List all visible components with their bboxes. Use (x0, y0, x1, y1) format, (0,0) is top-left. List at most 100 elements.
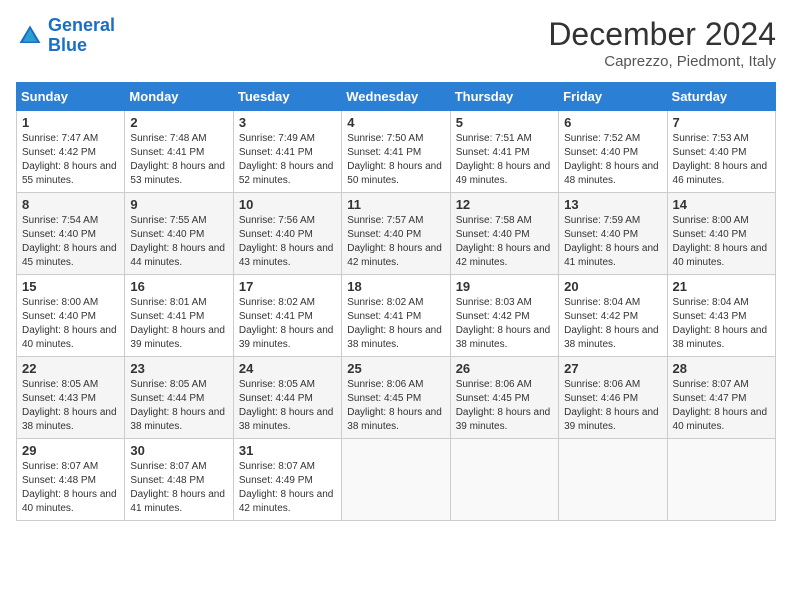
cell-info: Sunrise: 8:05 AMSunset: 4:44 PMDaylight:… (130, 379, 225, 432)
day-number: 19 (456, 279, 553, 294)
calendar-header-row: SundayMondayTuesdayWednesdayThursdayFrid… (17, 83, 776, 111)
calendar-cell: 23 Sunrise: 8:05 AMSunset: 4:44 PMDayligh… (125, 357, 233, 439)
title-block: December 2024 Caprezzo, Piedmont, Italy (548, 16, 776, 70)
logo: General Blue (16, 16, 115, 56)
day-number: 12 (456, 197, 553, 212)
day-number: 10 (239, 197, 336, 212)
week-row-5: 29 Sunrise: 8:07 AMSunset: 4:48 PMDayligh… (17, 439, 776, 521)
cell-info: Sunrise: 8:07 AMSunset: 4:48 PMDaylight:… (130, 461, 225, 514)
day-number: 17 (239, 279, 336, 294)
col-header-thursday: Thursday (450, 83, 558, 111)
col-header-sunday: Sunday (17, 83, 125, 111)
calendar-cell: 24 Sunrise: 8:05 AMSunset: 4:44 PMDayligh… (233, 357, 341, 439)
day-number: 6 (564, 115, 661, 130)
calendar-cell: 15Sunrise: 8:00 AMSunset: 4:40 PMDayligh… (17, 275, 125, 357)
cell-info: Sunrise: 7:51 AMSunset: 4:41 PMDaylight:… (456, 133, 551, 186)
calendar-table: SundayMondayTuesdayWednesdayThursdayFrid… (16, 82, 776, 521)
week-row-1: 1 Sunrise: 7:47 AMSunset: 4:42 PMDaylight… (17, 111, 776, 193)
day-number: 22 (22, 361, 119, 376)
page-header: General Blue December 2024 Caprezzo, Pie… (16, 16, 776, 70)
calendar-cell: 21 Sunrise: 8:04 AMSunset: 4:43 PMDayligh… (667, 275, 775, 357)
calendar-cell: 2Sunrise: 7:48 AMSunset: 4:41 PMDaylight… (125, 111, 233, 193)
cell-info: Sunrise: 8:07 AMSunset: 4:48 PMDaylight:… (22, 461, 117, 514)
calendar-cell: 27 Sunrise: 8:06 AMSunset: 4:46 PMDayligh… (559, 357, 667, 439)
calendar-cell: 1 Sunrise: 7:47 AMSunset: 4:42 PMDaylight… (17, 111, 125, 193)
day-number: 4 (347, 115, 444, 130)
cell-info: Sunrise: 7:55 AMSunset: 4:40 PMDaylight:… (130, 215, 225, 268)
cell-info: Sunrise: 8:04 AMSunset: 4:42 PMDaylight:… (564, 297, 659, 350)
col-header-tuesday: Tuesday (233, 83, 341, 111)
cell-info: Sunrise: 7:57 AMSunset: 4:40 PMDaylight:… (347, 215, 442, 268)
cell-info: Sunrise: 8:06 AMSunset: 4:45 PMDaylight:… (456, 379, 551, 432)
calendar-cell: 30 Sunrise: 8:07 AMSunset: 4:48 PMDayligh… (125, 439, 233, 521)
day-number: 3 (239, 115, 336, 130)
calendar-cell: 19 Sunrise: 8:03 AMSunset: 4:42 PMDayligh… (450, 275, 558, 357)
calendar-cell (450, 439, 558, 521)
calendar-cell: 10 Sunrise: 7:56 AMSunset: 4:40 PMDayligh… (233, 193, 341, 275)
day-number: 23 (130, 361, 227, 376)
day-number: 28 (673, 361, 770, 376)
cell-info: Sunrise: 7:53 AMSunset: 4:40 PMDaylight:… (673, 133, 768, 186)
cell-info: Sunrise: 7:54 AMSunset: 4:40 PMDaylight:… (22, 215, 117, 268)
cell-info: Sunrise: 8:07 AMSunset: 4:47 PMDaylight:… (673, 379, 768, 432)
day-number: 11 (347, 197, 444, 212)
cell-info: Sunrise: 8:02 AMSunset: 4:41 PMDaylight:… (239, 297, 334, 350)
cell-info: Sunrise: 7:50 AMSunset: 4:41 PMDaylight:… (347, 133, 442, 186)
day-number: 27 (564, 361, 661, 376)
day-number: 9 (130, 197, 227, 212)
subtitle: Caprezzo, Piedmont, Italy (548, 53, 776, 70)
cell-info: Sunrise: 8:02 AMSunset: 4:41 PMDaylight:… (347, 297, 442, 350)
calendar-cell: 4 Sunrise: 7:50 AMSunset: 4:41 PMDaylight… (342, 111, 450, 193)
cell-info: Sunrise: 8:04 AMSunset: 4:43 PMDaylight:… (673, 297, 768, 350)
cell-info: Sunrise: 8:05 AMSunset: 4:44 PMDaylight:… (239, 379, 334, 432)
day-number: 29 (22, 443, 119, 458)
calendar-cell (559, 439, 667, 521)
day-number: 5 (456, 115, 553, 130)
week-row-2: 8 Sunrise: 7:54 AMSunset: 4:40 PMDaylight… (17, 193, 776, 275)
calendar-cell: 7 Sunrise: 7:53 AMSunset: 4:40 PMDaylight… (667, 111, 775, 193)
week-row-3: 15Sunrise: 8:00 AMSunset: 4:40 PMDayligh… (17, 275, 776, 357)
calendar-cell: 13Sunrise: 7:59 AMSunset: 4:40 PMDayligh… (559, 193, 667, 275)
logo-text: General Blue (48, 16, 115, 56)
cell-info: Sunrise: 7:52 AMSunset: 4:40 PMDaylight:… (564, 133, 659, 186)
calendar-cell: 9 Sunrise: 7:55 AMSunset: 4:40 PMDaylight… (125, 193, 233, 275)
cell-info: Sunrise: 8:07 AMSunset: 4:49 PMDaylight:… (239, 461, 334, 514)
cell-info: Sunrise: 8:06 AMSunset: 4:46 PMDaylight:… (564, 379, 659, 432)
calendar-cell: 29 Sunrise: 8:07 AMSunset: 4:48 PMDayligh… (17, 439, 125, 521)
calendar-cell: 31Sunrise: 8:07 AMSunset: 4:49 PMDayligh… (233, 439, 341, 521)
week-row-4: 22 Sunrise: 8:05 AMSunset: 4:43 PMDayligh… (17, 357, 776, 439)
calendar-cell: 28 Sunrise: 8:07 AMSunset: 4:47 PMDayligh… (667, 357, 775, 439)
col-header-monday: Monday (125, 83, 233, 111)
cell-info: Sunrise: 7:47 AMSunset: 4:42 PMDaylight:… (22, 133, 117, 186)
day-number: 8 (22, 197, 119, 212)
calendar-cell: 6 Sunrise: 7:52 AMSunset: 4:40 PMDaylight… (559, 111, 667, 193)
calendar-cell: 16 Sunrise: 8:01 AMSunset: 4:41 PMDayligh… (125, 275, 233, 357)
cell-info: Sunrise: 7:59 AMSunset: 4:40 PMDaylight:… (564, 215, 659, 268)
cell-info: Sunrise: 8:03 AMSunset: 4:42 PMDaylight:… (456, 297, 551, 350)
col-header-wednesday: Wednesday (342, 83, 450, 111)
cell-info: Sunrise: 7:58 AMSunset: 4:40 PMDaylight:… (456, 215, 551, 268)
cell-info: Sunrise: 7:49 AMSunset: 4:41 PMDaylight:… (239, 133, 334, 186)
cell-info: Sunrise: 8:01 AMSunset: 4:41 PMDaylight:… (130, 297, 225, 350)
calendar-cell: 5 Sunrise: 7:51 AMSunset: 4:41 PMDaylight… (450, 111, 558, 193)
calendar-cell: 8 Sunrise: 7:54 AMSunset: 4:40 PMDaylight… (17, 193, 125, 275)
main-title: December 2024 (548, 16, 776, 53)
calendar-cell (342, 439, 450, 521)
day-number: 1 (22, 115, 119, 130)
calendar-cell: 25Sunrise: 8:06 AMSunset: 4:45 PMDayligh… (342, 357, 450, 439)
logo-icon (16, 22, 44, 50)
calendar-cell: 12 Sunrise: 7:58 AMSunset: 4:40 PMDayligh… (450, 193, 558, 275)
day-number: 20 (564, 279, 661, 294)
day-number: 15 (22, 279, 119, 294)
cell-info: Sunrise: 8:05 AMSunset: 4:43 PMDaylight:… (22, 379, 117, 432)
day-number: 21 (673, 279, 770, 294)
cell-info: Sunrise: 7:56 AMSunset: 4:40 PMDaylight:… (239, 215, 334, 268)
col-header-saturday: Saturday (667, 83, 775, 111)
day-number: 30 (130, 443, 227, 458)
calendar-cell: 11 Sunrise: 7:57 AMSunset: 4:40 PMDayligh… (342, 193, 450, 275)
day-number: 24 (239, 361, 336, 376)
calendar-cell: 22 Sunrise: 8:05 AMSunset: 4:43 PMDayligh… (17, 357, 125, 439)
day-number: 7 (673, 115, 770, 130)
day-number: 16 (130, 279, 227, 294)
cell-info: Sunrise: 7:48 AMSunset: 4:41 PMDaylight:… (130, 133, 225, 186)
